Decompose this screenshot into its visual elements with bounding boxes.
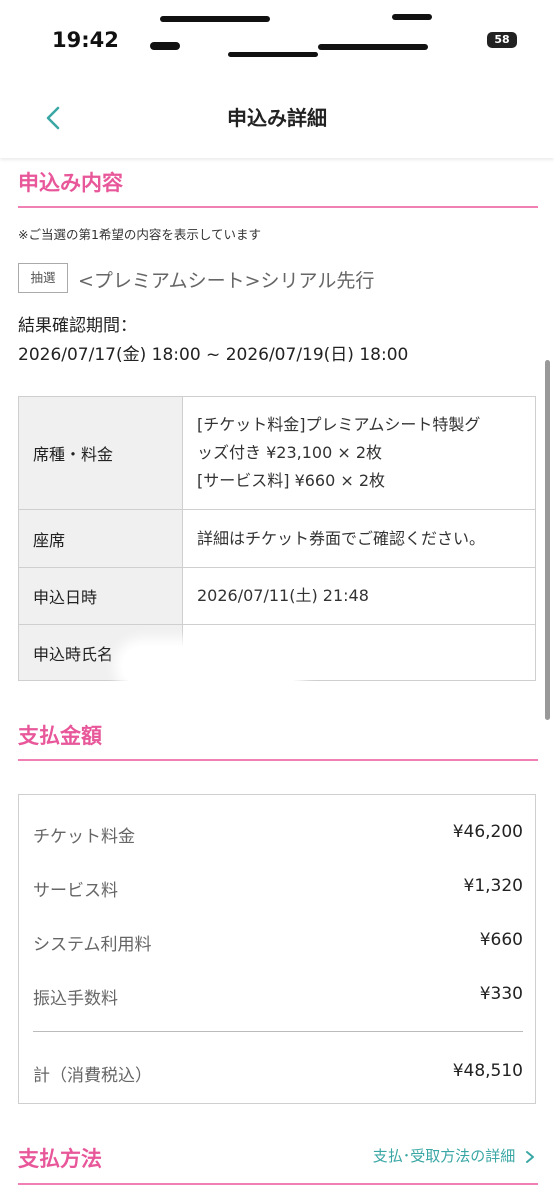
- total-value: ¥48,510: [452, 1061, 523, 1081]
- redaction-scribble: [160, 16, 270, 22]
- payment-row-label: サービス料: [33, 881, 118, 901]
- plan-name: <プレミアムシート>シリアル先行: [78, 270, 375, 292]
- payment-row-value: ¥1,320: [463, 876, 523, 896]
- redaction-scribble: [228, 52, 318, 57]
- status-time: 19:42: [52, 28, 119, 52]
- section-divider: [18, 1183, 538, 1185]
- payment-method-details-link[interactable]: 支払･受取方法の詳細: [373, 1145, 536, 1166]
- selection-note: ※ご当選の第1希望の内容を表示しています: [18, 227, 262, 242]
- link-label: 支払･受取方法の詳細: [372, 1147, 516, 1165]
- result-period-label: 結果確認期間：: [18, 316, 137, 336]
- price-line: [チケット料金]プレミアムシート特製グ: [197, 415, 481, 434]
- payment-row-value: ¥46,200: [452, 822, 523, 842]
- row-label-seat: 座席: [18, 509, 183, 568]
- row-label-seat-type: 席種・料金: [18, 396, 183, 510]
- payment-row-value: ¥330: [479, 984, 523, 1004]
- price-line: [サービス料] ¥660 × 2枚: [197, 471, 386, 490]
- row-label-applied-at: 申込日時: [18, 567, 183, 625]
- payment-row-label: システム利用料: [33, 935, 152, 955]
- redaction-scribble: [318, 44, 428, 50]
- scrollbar[interactable]: [545, 360, 550, 720]
- redaction-scribble: [392, 14, 432, 20]
- row-value-seat-type: [チケット料金]プレミアムシート特製グ ッズ付き ¥23,100 × 2枚 [サ…: [182, 396, 536, 510]
- table-row: 申込日時 2026/07/11(土) 21:48: [18, 567, 536, 625]
- table-row: 座席 詳細はチケット券面でご確認ください。: [18, 509, 536, 568]
- page-title: 申込み詳細: [227, 106, 327, 130]
- section-divider: [18, 206, 538, 208]
- table-row: 席種・料金 [チケット料金]プレミアムシート特製グ ッズ付き ¥23,100 ×…: [18, 396, 536, 510]
- payment-row-label: 振込手数料: [33, 989, 118, 1009]
- section-title-application: 申込み内容: [18, 171, 123, 195]
- section-title-payment: 支払金額: [18, 724, 102, 748]
- row-value-applied-at: 2026/07/11(土) 21:48: [182, 567, 536, 625]
- section-title-method: 支払方法: [18, 1147, 102, 1171]
- lottery-badge: 抽選: [18, 263, 68, 293]
- status-bar: 19:42 58: [0, 0, 554, 82]
- payment-row-value: ¥660: [479, 930, 523, 950]
- payment-row-label: チケット料金: [33, 827, 135, 847]
- name-redaction: [122, 646, 300, 686]
- payment-summary-box: チケット料金 ¥46,200 サービス料 ¥1,320 システム利用料 ¥660…: [18, 794, 536, 1104]
- price-line: ッズ付き ¥23,100 × 2枚: [197, 443, 383, 462]
- battery-icon: 58: [487, 32, 517, 48]
- total-label: 計（消費税込）: [33, 1066, 152, 1086]
- total-divider: [33, 1031, 523, 1032]
- nav-header: 申込み詳細: [0, 82, 554, 158]
- section-divider: [18, 759, 538, 761]
- row-value-seat: 詳細はチケット券面でご確認ください。: [182, 509, 536, 568]
- chevron-right-icon: [526, 1150, 534, 1163]
- application-detail-table: 席種・料金 [チケット料金]プレミアムシート特製グ ッズ付き ¥23,100 ×…: [18, 396, 536, 681]
- redaction-scribble: [150, 42, 180, 50]
- result-period: 2026/07/17(金) 18:00 ~ 2026/07/19(日) 18:0…: [18, 345, 409, 365]
